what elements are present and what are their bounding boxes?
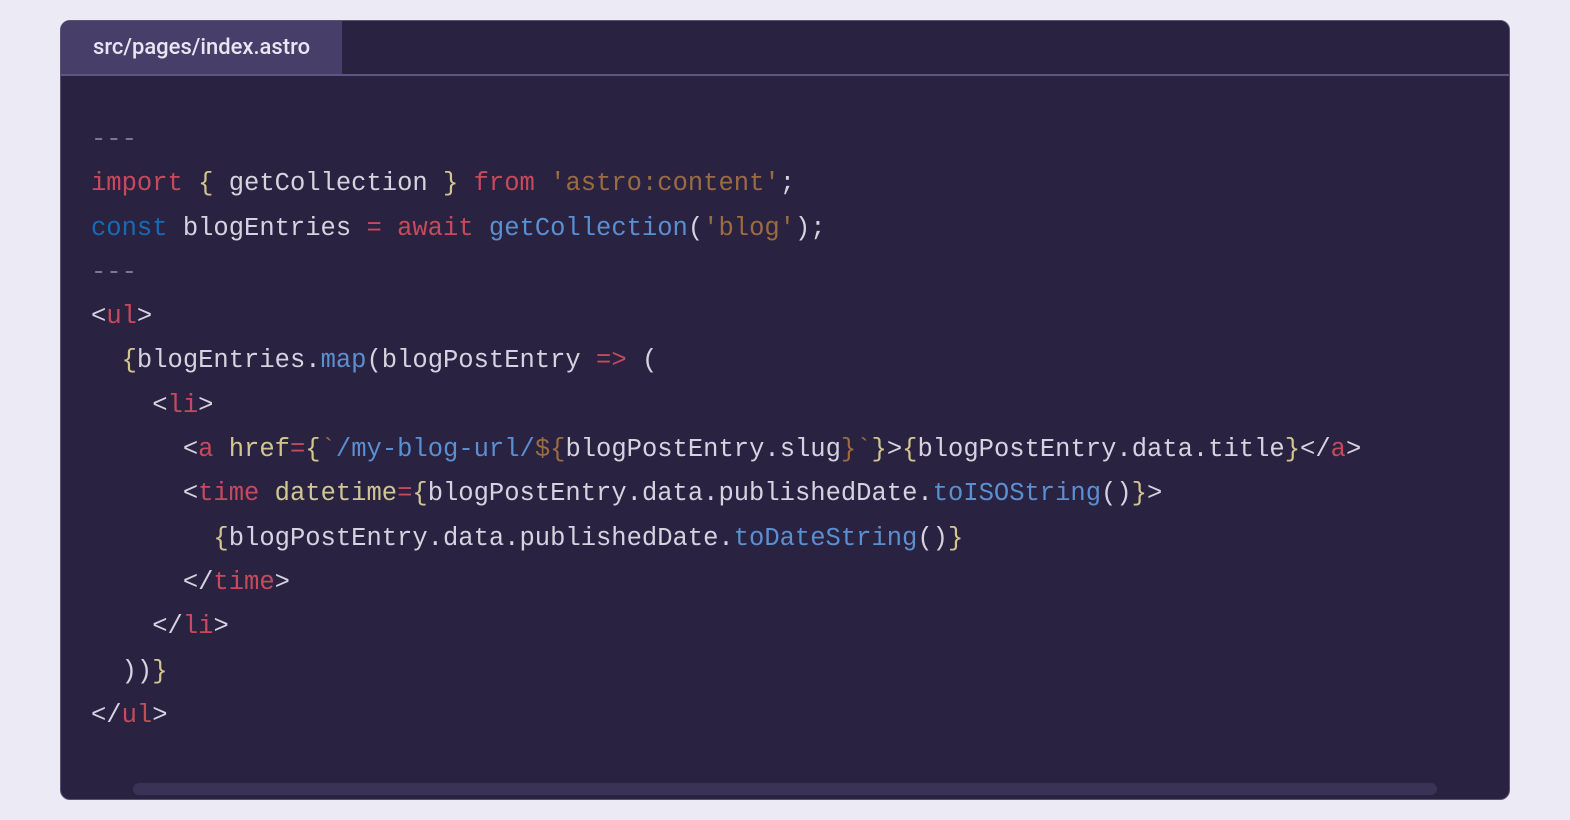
code-line: import { getCollection } from 'astro:con…	[91, 162, 1479, 206]
horizontal-scrollbar[interactable]	[133, 783, 1437, 795]
code-line: const blogEntries = await getCollection(…	[91, 207, 1479, 251]
code-line: </li>	[91, 605, 1479, 649]
code-line: <a href={`/my-blog-url/${blogPostEntry.s…	[91, 428, 1479, 472]
code-line: ---	[91, 251, 1479, 295]
code-line: <time datetime={blogPostEntry.data.publi…	[91, 472, 1479, 516]
file-tab[interactable]: src/pages/index.astro	[61, 21, 342, 74]
code-line: </ul>	[91, 694, 1479, 738]
code-line: <li>	[91, 384, 1479, 428]
code-editor: src/pages/index.astro ---import { getCol…	[60, 20, 1510, 800]
code-line: ---	[91, 118, 1479, 162]
code-line: {blogPostEntry.data.publishedDate.toDate…	[91, 517, 1479, 561]
code-area[interactable]: ---import { getCollection } from 'astro:…	[61, 76, 1509, 799]
code-line: {blogEntries.map(blogPostEntry => (	[91, 339, 1479, 383]
tab-bar: src/pages/index.astro	[61, 21, 1509, 76]
code-line: </time>	[91, 561, 1479, 605]
code-line: <ul>	[91, 295, 1479, 339]
code-line: ))}	[91, 650, 1479, 694]
